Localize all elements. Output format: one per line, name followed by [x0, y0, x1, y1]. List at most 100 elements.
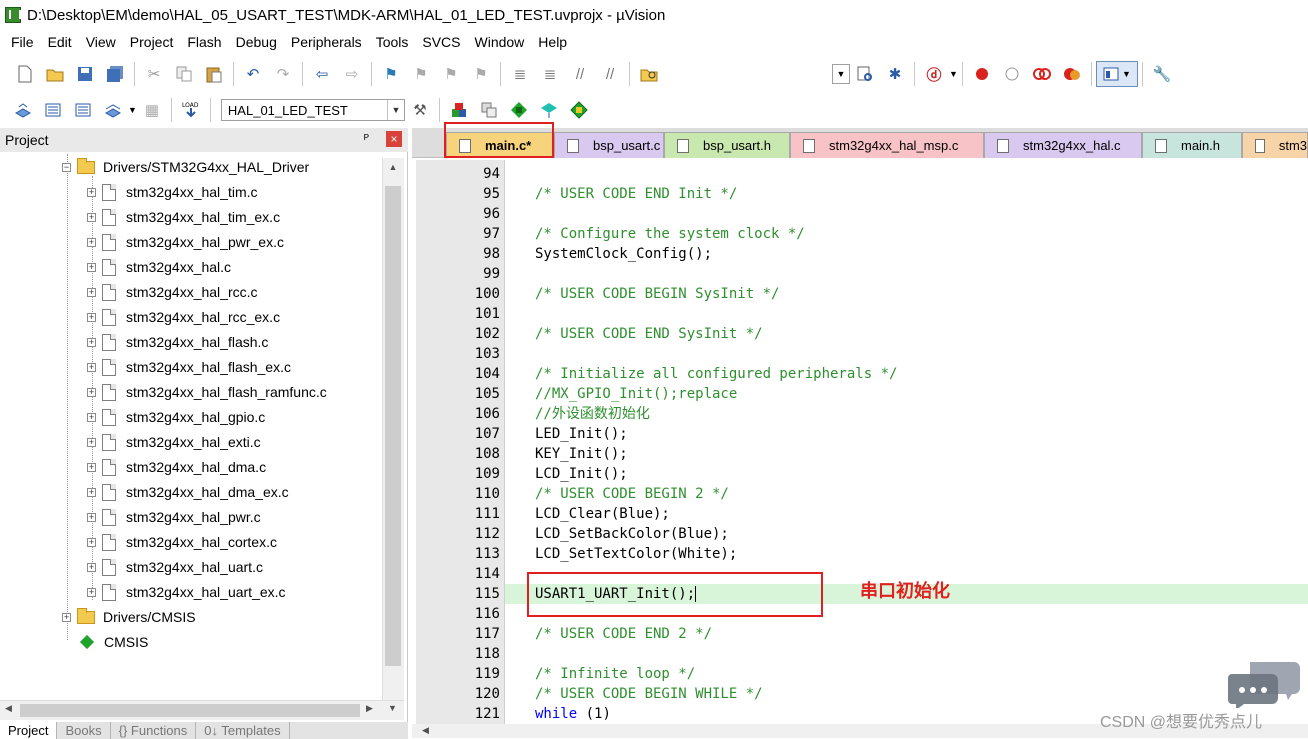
- code-line[interactable]: [505, 644, 1308, 664]
- tree-file-item[interactable]: + stm32g4xx_hal_rcc.c: [87, 281, 258, 303]
- chevron-down-icon[interactable]: ▼: [386, 100, 404, 120]
- find-icon[interactable]: [854, 63, 876, 85]
- redo-icon[interactable]: ↷: [272, 63, 294, 85]
- menu-flash[interactable]: Flash: [180, 34, 228, 50]
- tree-file-item[interactable]: + stm32g4xx_hal_exti.c: [87, 431, 261, 453]
- rebuild-icon[interactable]: [72, 99, 94, 121]
- code-line[interactable]: [505, 304, 1308, 324]
- code-line[interactable]: [505, 164, 1308, 184]
- tree-group-cmsis[interactable]: + Drivers/CMSIS: [62, 606, 196, 628]
- expand-icon[interactable]: +: [87, 262, 96, 272]
- pack-installer-icon[interactable]: [538, 99, 560, 121]
- menu-peripherals[interactable]: Peripherals: [284, 34, 369, 50]
- tree-file-item[interactable]: + stm32g4xx_hal_flash_ex.c: [87, 356, 291, 378]
- paste-icon[interactable]: [203, 63, 225, 85]
- expand-icon[interactable]: +: [87, 412, 96, 422]
- code-line[interactable]: [505, 204, 1308, 224]
- save-all-icon[interactable]: [104, 63, 126, 85]
- expand-icon[interactable]: +: [87, 487, 96, 497]
- scroll-thumb[interactable]: [20, 704, 360, 717]
- configure-icon[interactable]: 🔧: [1151, 63, 1173, 85]
- unindent-icon[interactable]: ≣: [539, 63, 561, 85]
- tree-file-item[interactable]: + stm32g4xx_hal_tim_ex.c: [87, 206, 280, 228]
- kill-breakpoints-icon[interactable]: [1061, 63, 1083, 85]
- run-time-environment-icon[interactable]: [508, 99, 530, 121]
- code-line[interactable]: [505, 344, 1308, 364]
- expand-icon[interactable]: +: [87, 537, 96, 547]
- select-packs-icon[interactable]: [568, 99, 590, 121]
- debug-dropdown-arrow[interactable]: ▼: [949, 69, 958, 79]
- expand-icon[interactable]: +: [62, 612, 71, 622]
- save-icon[interactable]: [74, 63, 96, 85]
- comment-icon[interactable]: //: [569, 63, 591, 85]
- indent-icon[interactable]: ≣: [509, 63, 531, 85]
- expand-icon[interactable]: +: [87, 387, 96, 397]
- code-line[interactable]: /* USER CODE END SysInit */: [505, 324, 1308, 344]
- project-vertical-scrollbar[interactable]: ▲: [382, 158, 404, 702]
- find-in-files-icon[interactable]: [638, 63, 660, 85]
- code-line[interactable]: LED_Init();: [505, 424, 1308, 444]
- menu-window[interactable]: Window: [468, 34, 532, 50]
- code-area[interactable]: /* USER CODE END Init */ /* Configure the…: [505, 160, 1308, 738]
- collapse-icon[interactable]: −: [62, 162, 71, 172]
- expand-icon[interactable]: +: [87, 337, 96, 347]
- download-icon[interactable]: LOAD: [180, 99, 202, 121]
- enable-breakpoint-icon[interactable]: [1001, 63, 1023, 85]
- tab-hal-msp-c[interactable]: stm32g4xx_hal_msp.c: [790, 132, 984, 158]
- tree-file-item[interactable]: + stm32g4xx_hal_gpio.c: [87, 406, 265, 428]
- next-bookmark-icon[interactable]: ⚑: [440, 63, 462, 85]
- clear-bookmarks-icon[interactable]: ⚑: [470, 63, 492, 85]
- tree-file-item[interactable]: + stm32g4xx_hal_dma.c: [87, 456, 266, 478]
- menu-file[interactable]: File: [0, 34, 41, 50]
- tab-hal-c[interactable]: stm32g4xx_hal.c: [984, 132, 1142, 158]
- code-line[interactable]: //外设函数初始化: [505, 404, 1308, 424]
- file-extensions-icon[interactable]: [448, 99, 470, 121]
- tree-file-item[interactable]: + stm32g4xx_hal_rcc_ex.c: [87, 306, 280, 328]
- tab-project[interactable]: Project: [0, 722, 58, 739]
- code-line[interactable]: [505, 264, 1308, 284]
- code-line[interactable]: LCD_Clear(Blue);: [505, 504, 1308, 524]
- build-icon[interactable]: [42, 99, 64, 121]
- copy-icon[interactable]: [173, 63, 195, 85]
- insert-breakpoint-icon[interactable]: [971, 63, 993, 85]
- target-options-icon[interactable]: ⚒: [409, 99, 431, 121]
- expand-icon[interactable]: +: [87, 312, 96, 322]
- expand-icon[interactable]: +: [87, 362, 96, 372]
- close-icon[interactable]: ×: [386, 131, 402, 147]
- tab-stm3[interactable]: stm3: [1242, 132, 1308, 158]
- menu-project[interactable]: Project: [123, 34, 181, 50]
- menu-help[interactable]: Help: [531, 34, 574, 50]
- translate-icon[interactable]: [12, 99, 34, 121]
- new-file-icon[interactable]: [14, 63, 36, 85]
- code-line[interactable]: /* USER CODE END Init */: [505, 184, 1308, 204]
- expand-icon[interactable]: +: [87, 237, 96, 247]
- menu-svcs[interactable]: SVCS: [415, 34, 467, 50]
- menu-debug[interactable]: Debug: [229, 34, 284, 50]
- code-line[interactable]: /* USER CODE END 2 */: [505, 624, 1308, 644]
- tree-component-cmsis[interactable]: CMSIS: [80, 631, 148, 653]
- project-horizontal-scrollbar[interactable]: ◀ ▶ ▼: [0, 700, 404, 720]
- tree-file-item[interactable]: + stm32g4xx_hal_flash_ramfunc.c: [87, 381, 327, 403]
- tab-bsp-usart-h[interactable]: bsp_usart.h: [664, 132, 790, 158]
- scroll-right-icon[interactable]: ▶: [366, 703, 373, 714]
- expand-icon[interactable]: +: [87, 187, 96, 197]
- expand-icon[interactable]: +: [87, 562, 96, 572]
- batch-build-icon[interactable]: [102, 99, 124, 121]
- scroll-thumb[interactable]: [385, 186, 401, 666]
- code-line[interactable]: LCD_SetTextColor(White);: [505, 544, 1308, 564]
- code-line[interactable]: /* USER CODE BEGIN SysInit */: [505, 284, 1308, 304]
- code-line[interactable]: SystemClock_Config();: [505, 244, 1308, 264]
- scroll-left-icon[interactable]: ◀: [422, 725, 429, 736]
- find-combo-dropdown[interactable]: ▼: [832, 64, 850, 84]
- tree-file-item[interactable]: + stm32g4xx_hal_cortex.c: [87, 531, 277, 553]
- batch-build-dropdown-arrow[interactable]: ▼: [128, 105, 137, 115]
- scroll-up-icon[interactable]: ▲: [383, 158, 403, 176]
- code-line[interactable]: KEY_Init();: [505, 444, 1308, 464]
- nav-forward-icon[interactable]: ⇨: [341, 63, 363, 85]
- tab-bsp-usart-c[interactable]: bsp_usart.c: [554, 132, 664, 158]
- tree-file-item[interactable]: + stm32g4xx_hal_uart.c: [87, 556, 263, 578]
- prev-bookmark-icon[interactable]: ⚑: [410, 63, 432, 85]
- tab-functions[interactable]: {} Functions: [111, 722, 197, 739]
- nav-back-icon[interactable]: ⇦: [311, 63, 333, 85]
- stop-build-icon[interactable]: ▦: [141, 99, 163, 121]
